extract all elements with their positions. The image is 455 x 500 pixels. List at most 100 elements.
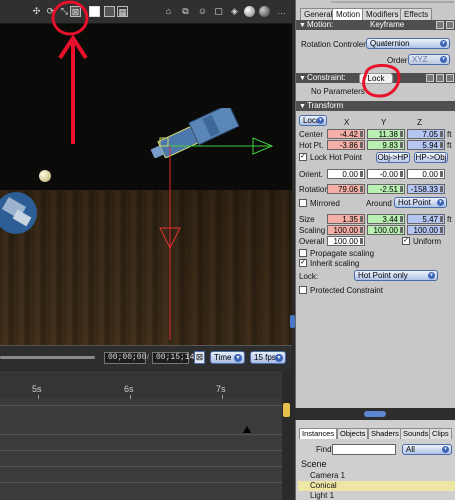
scene-browser: Instances Objects Shaders Sounds Clips F… (295, 420, 455, 500)
lock-label: Lock: (299, 272, 319, 281)
chevron-down-icon: ▾ (440, 56, 447, 63)
properties-panel: General Motion Modifiers Effects ▼Motion… (295, 0, 455, 420)
scene-list: Camera 1 Conical Light 1 (298, 460, 455, 500)
collapse-triangle-icon: ▼ (299, 103, 306, 110)
end-time-field[interactable]: 00;15;14 (152, 352, 194, 364)
scaling-y-field[interactable]: 100.00 (367, 225, 405, 235)
around-dropdown[interactable]: Hot Point ▾ (394, 197, 447, 208)
tab-general[interactable]: General (300, 8, 337, 20)
center-z-field[interactable]: 7.05 (407, 129, 445, 139)
rotation-label: Rotation (299, 185, 329, 194)
scaling-label: Scaling (299, 226, 326, 235)
propagate-scaling-checkbox[interactable] (299, 249, 307, 257)
column-z: Z (417, 118, 422, 127)
timeline[interactable]: 5s 6s 7s (0, 371, 292, 500)
paste-icon[interactable] (436, 74, 444, 82)
mirrored-checkbox[interactable] (299, 199, 307, 207)
uniform-label: Uniform (413, 237, 442, 246)
around-value: Hot Point (398, 198, 431, 207)
splitter-grip[interactable] (364, 411, 386, 417)
motion-section-header[interactable]: ▼Motion: Keyframe (296, 20, 455, 30)
rotation-controller-value: Quaternion (370, 39, 410, 48)
tick-label: 6s (124, 384, 134, 394)
paste-icon[interactable] (446, 21, 454, 29)
center-y-field[interactable]: 11.38 (367, 129, 405, 139)
tab-shaders[interactable]: Shaders (368, 428, 402, 439)
lock-dropdown[interactable]: Hot Point only ▾ (354, 270, 438, 281)
tab-motion[interactable]: Motion (332, 8, 365, 20)
constraint-dropdown[interactable]: Lock (359, 73, 393, 84)
transform-gizmo[interactable] (0, 0, 292, 345)
keyframe-marker[interactable] (243, 426, 251, 433)
3d-viewport[interactable]: ✣ ⟳ ⤡ ⊠ ▦ ⌂ ⧉ ☺ ▢ ◈ … (0, 0, 292, 345)
timeline-track-line (0, 466, 282, 467)
transform-section-header[interactable]: ▼Transform (296, 101, 455, 111)
size-x-field[interactable]: 1.35 (327, 214, 365, 224)
rotation-z-field[interactable]: -158.33 (407, 184, 445, 194)
list-item[interactable]: Camera 1 (298, 471, 455, 481)
chevron-down-icon: ▾ (317, 117, 324, 124)
transform-section-title: Transform (307, 101, 344, 110)
uniform-checkbox[interactable]: ✓ (402, 237, 410, 245)
order-value: XYZ (412, 55, 428, 64)
around-label: Around (366, 199, 392, 208)
fps-label: 15 fps (254, 353, 276, 362)
center-x-field[interactable]: -4.42 (327, 129, 365, 139)
tick-label: 7s (216, 384, 226, 394)
order-dropdown[interactable]: XYZ ▾ (408, 54, 450, 65)
rotation-controller-label: Rotation Controler (301, 40, 366, 49)
protected-constraint-checkbox[interactable] (299, 286, 307, 294)
hot-point-x-field[interactable]: -3.86 (327, 140, 365, 150)
size-label: Size (299, 215, 315, 224)
time-mode-dropdown[interactable]: Time ▾ (210, 351, 245, 364)
hp-to-obj-button[interactable]: HP->Obj (414, 152, 448, 163)
tab-modifiers[interactable]: Modifiers (362, 8, 403, 20)
chevron-down-icon: ▾ (428, 272, 435, 279)
collapse-triangle-icon: ▼ (299, 22, 306, 29)
size-z-field[interactable]: 5.47 (407, 214, 445, 224)
constraint-section-title: Constraint: (307, 73, 346, 82)
fps-dropdown[interactable]: 15 fps ▾ (250, 351, 286, 364)
inherit-scaling-checkbox[interactable]: ✓ (299, 259, 307, 267)
tab-clips[interactable]: Clips (429, 428, 452, 439)
lock-hot-point-label: Lock Hot Point (310, 153, 363, 162)
lock-hot-point-checkbox[interactable]: ✓ (299, 153, 307, 161)
loop-button[interactable]: ⊠ (194, 351, 205, 364)
rotation-x-field[interactable]: 79.06 (327, 184, 365, 194)
tick-mark (222, 395, 223, 399)
tick-label: 5s (32, 384, 42, 394)
hot-point-y-field[interactable]: 9.83 (367, 140, 405, 150)
space-dropdown[interactable]: Local ▾ (299, 115, 327, 126)
overall-field[interactable]: 100.00 (327, 236, 365, 246)
time-slider[interactable] (0, 356, 95, 359)
size-y-field[interactable]: 3.44 (367, 214, 405, 224)
obj-to-hp-button[interactable]: Obj->HP (376, 152, 410, 163)
orient-z-field[interactable]: 0.00 (407, 169, 445, 179)
orient-y-field[interactable]: -0.00 (367, 169, 405, 179)
scaling-z-field[interactable]: 100.00 (407, 225, 445, 235)
time-mode-label: Time (214, 353, 232, 362)
copy-icon[interactable] (426, 74, 434, 82)
current-time-field[interactable]: 00;00;00 (104, 352, 146, 364)
find-scope-value: All (406, 445, 415, 454)
tab-instances[interactable]: Instances (299, 428, 338, 439)
rotation-controller-dropdown[interactable]: Quaternion ▾ (366, 38, 450, 49)
panel-splitter[interactable] (295, 408, 455, 420)
timeline-scrollbar[interactable] (282, 371, 292, 500)
lock-value: Hot Point only (358, 271, 408, 280)
delete-icon[interactable] (446, 74, 454, 82)
chevron-down-icon: ▾ (440, 40, 447, 47)
find-input[interactable] (332, 444, 396, 455)
hot-point-z-field[interactable]: 5.94 (407, 140, 445, 150)
timeline-scroll-thumb[interactable] (283, 403, 290, 417)
copy-icon[interactable] (436, 21, 444, 29)
tab-objects[interactable]: Objects (337, 428, 369, 439)
list-item-selected[interactable]: Conical (298, 481, 455, 491)
tab-effects[interactable]: Effects (400, 8, 433, 20)
rotation-y-field[interactable]: -2.51 (367, 184, 405, 194)
orient-x-field[interactable]: 0.00 (327, 169, 365, 179)
list-item[interactable]: Light 1 (298, 491, 455, 500)
scaling-x-field[interactable]: 100.00 (327, 225, 365, 235)
tab-sounds[interactable]: Sounds (400, 428, 432, 439)
find-scope-dropdown[interactable]: All ▾ (402, 444, 452, 455)
